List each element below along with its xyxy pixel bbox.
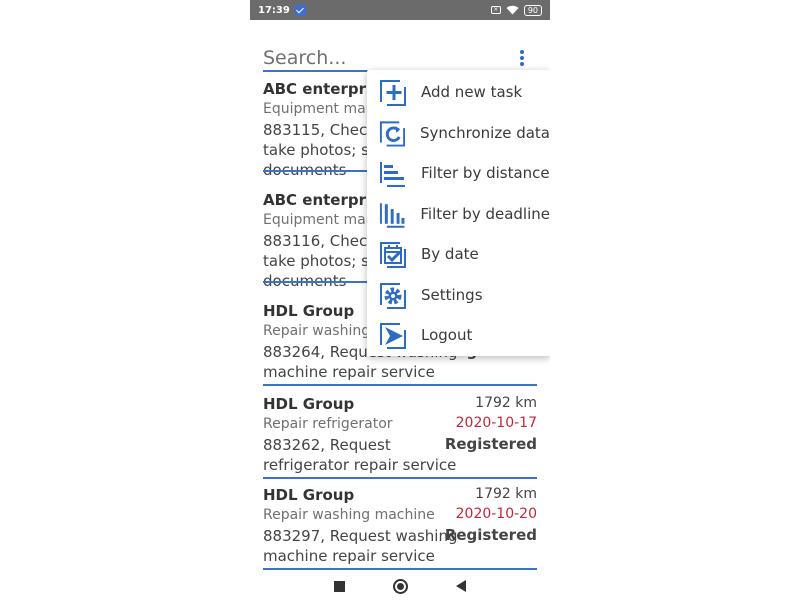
task-status: Registered (444, 526, 537, 544)
search-bar (263, 44, 538, 72)
task-distance: 1792 km (475, 486, 537, 502)
wifi-icon (506, 5, 519, 15)
task-card[interactable]: HDL Group Repair refrigerator 883262, Re… (263, 395, 537, 479)
task-service: Repair refrigerator (263, 416, 393, 432)
navigation-bar (250, 572, 550, 600)
task-card[interactable]: HDL Group Repair washing machine 883297,… (263, 486, 537, 570)
task-company: HDL Group (263, 486, 355, 504)
sync-icon (379, 121, 406, 147)
task-deadline: 2020-10-17 (455, 415, 537, 431)
back-button[interactable] (456, 580, 466, 592)
menu-item-add-task[interactable]: Add new task (367, 72, 550, 112)
overflow-menu-button[interactable] (515, 48, 529, 68)
sim-icon: × (490, 6, 501, 14)
menu-item-by-date[interactable]: By date (367, 234, 550, 274)
status-time: 17:39 (258, 4, 290, 16)
calendar-check-icon (380, 242, 406, 268)
menu-item-label: Add new task (421, 83, 523, 101)
menu-item-sync[interactable]: Synchronize data (367, 113, 550, 153)
gear-icon (380, 283, 406, 309)
search-input[interactable] (263, 44, 503, 72)
menu-item-label: Settings (421, 286, 483, 304)
home-button[interactable] (393, 578, 408, 594)
task-deadline: 2020-10-20 (455, 506, 537, 522)
recent-apps-button[interactable] (334, 580, 345, 592)
phone-screen: 17:39 × 90 ABC enterprise Equipment main… (250, 0, 550, 600)
menu-item-label: By date (421, 245, 479, 263)
filter-distance-icon (380, 162, 405, 187)
task-company: HDL Group (263, 302, 355, 320)
menu-item-label: Filter by deadline (420, 205, 550, 223)
add-task-icon (380, 80, 406, 106)
card-divider (263, 384, 537, 386)
menu-item-logout[interactable]: Logout (367, 315, 550, 355)
menu-item-label: Synchronize data (419, 124, 550, 142)
task-distance: 1792 km (475, 395, 537, 411)
menu-item-settings[interactable]: Settings (367, 275, 550, 315)
menu-item-filter-distance[interactable]: Filter by distance (367, 153, 550, 193)
task-description: 883297, Request washing machine repair s… (263, 527, 458, 565)
overflow-menu: Add new task Synchronize data Filter by … (367, 70, 550, 356)
menu-item-label: Logout (421, 326, 473, 344)
task-description: 883262, Request refrigerator repair serv… (263, 436, 457, 474)
card-divider (263, 477, 537, 479)
kebab-dot-icon (520, 50, 524, 54)
card-divider (263, 568, 537, 570)
status-icons: × 90 (490, 4, 542, 16)
task-service: Repair washing machine (263, 507, 435, 523)
battery-icon: 90 (523, 4, 542, 16)
menu-item-label: Filter by distance (421, 164, 550, 182)
status-bar: 17:39 × 90 (250, 0, 550, 20)
kebab-dot-icon (520, 56, 524, 60)
menu-item-filter-deadline[interactable]: Filter by deadline (367, 194, 550, 234)
notification-check-icon (294, 4, 306, 16)
filter-deadline-icon (379, 203, 405, 228)
task-status: Registered (444, 435, 537, 453)
kebab-dot-icon (520, 62, 524, 66)
task-company: HDL Group (263, 395, 355, 413)
logout-icon (380, 323, 406, 349)
